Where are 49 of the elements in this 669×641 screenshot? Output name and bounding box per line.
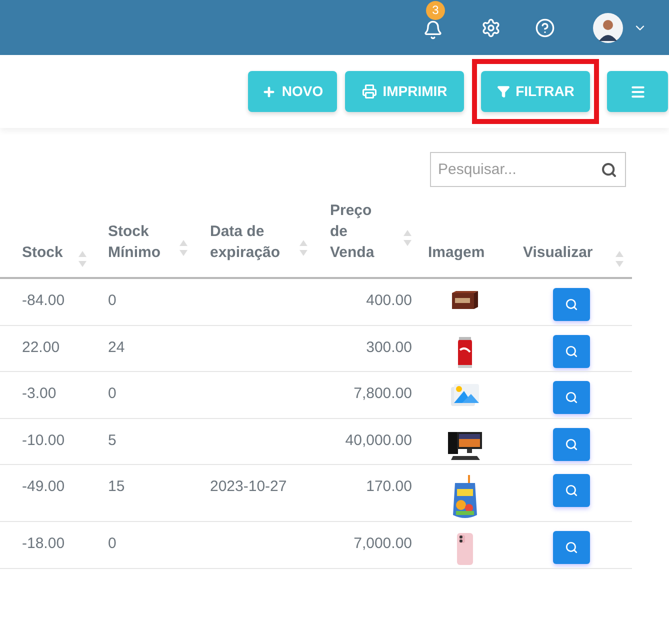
- sale-price: 400.00: [366, 292, 412, 309]
- sale-price: 170.00: [366, 478, 412, 495]
- column-header[interactable]: Imagem: [428, 242, 485, 263]
- stock-value: -49.00: [22, 478, 65, 495]
- notification-icon[interactable]: [423, 20, 443, 40]
- column-header[interactable]: Data de expiração: [210, 221, 300, 263]
- view-button[interactable]: [553, 381, 590, 414]
- view-button[interactable]: [553, 474, 590, 507]
- view-button[interactable]: [553, 531, 590, 564]
- stock-value: 22.00: [22, 338, 60, 356]
- menu-button[interactable]: [607, 71, 668, 112]
- minimum-stock-value: 0: [108, 385, 116, 402]
- search-field[interactable]: Pesquisar...: [430, 152, 626, 187]
- search-icon[interactable]: [601, 162, 617, 178]
- search-icon: [565, 438, 578, 450]
- sale-price: 40,000.00: [345, 432, 412, 448]
- view-button[interactable]: [553, 334, 590, 368]
- minimum-stock-value: 15: [108, 478, 125, 495]
- column-header[interactable]: Stock: [22, 242, 63, 263]
- printer-icon: [362, 84, 377, 99]
- column-header[interactable]: Preço de Venda: [330, 200, 390, 263]
- filter-icon: [496, 85, 510, 98]
- notification-badge: 3: [426, 0, 445, 20]
- column-header[interactable]: Visualizar: [523, 242, 593, 263]
- expiry-date: 2023-10-27: [210, 478, 287, 495]
- search-icon: [565, 298, 578, 311]
- sale-price: 7,000.00: [354, 535, 412, 552]
- help-icon[interactable]: [535, 18, 555, 38]
- sale-price: 7,800.00: [354, 385, 412, 402]
- view-button[interactable]: [553, 288, 590, 321]
- plus-icon: [262, 84, 276, 98]
- stock-value: -10.00: [22, 432, 65, 448]
- menu-icon: [630, 84, 646, 100]
- settings-icon[interactable]: [481, 18, 501, 38]
- minimum-stock-value: 5: [108, 432, 116, 448]
- column-header[interactable]: Stock Mínimo: [108, 221, 178, 263]
- minimum-stock-value: 0: [108, 292, 116, 309]
- view-button[interactable]: [553, 428, 590, 460]
- stock-value: -84.00: [22, 292, 65, 309]
- sale-price: 300.00: [366, 338, 412, 356]
- stock-value: -3.00: [22, 385, 56, 402]
- search-icon: [565, 541, 578, 554]
- stock-value: -18.00: [22, 535, 65, 552]
- avatar[interactable]: [593, 12, 623, 42]
- search-icon: [565, 344, 578, 358]
- minimum-stock-value: 0: [108, 535, 116, 552]
- minimum-stock-value: 24: [108, 338, 125, 356]
- search-icon: [565, 391, 578, 404]
- search-icon: [565, 484, 578, 497]
